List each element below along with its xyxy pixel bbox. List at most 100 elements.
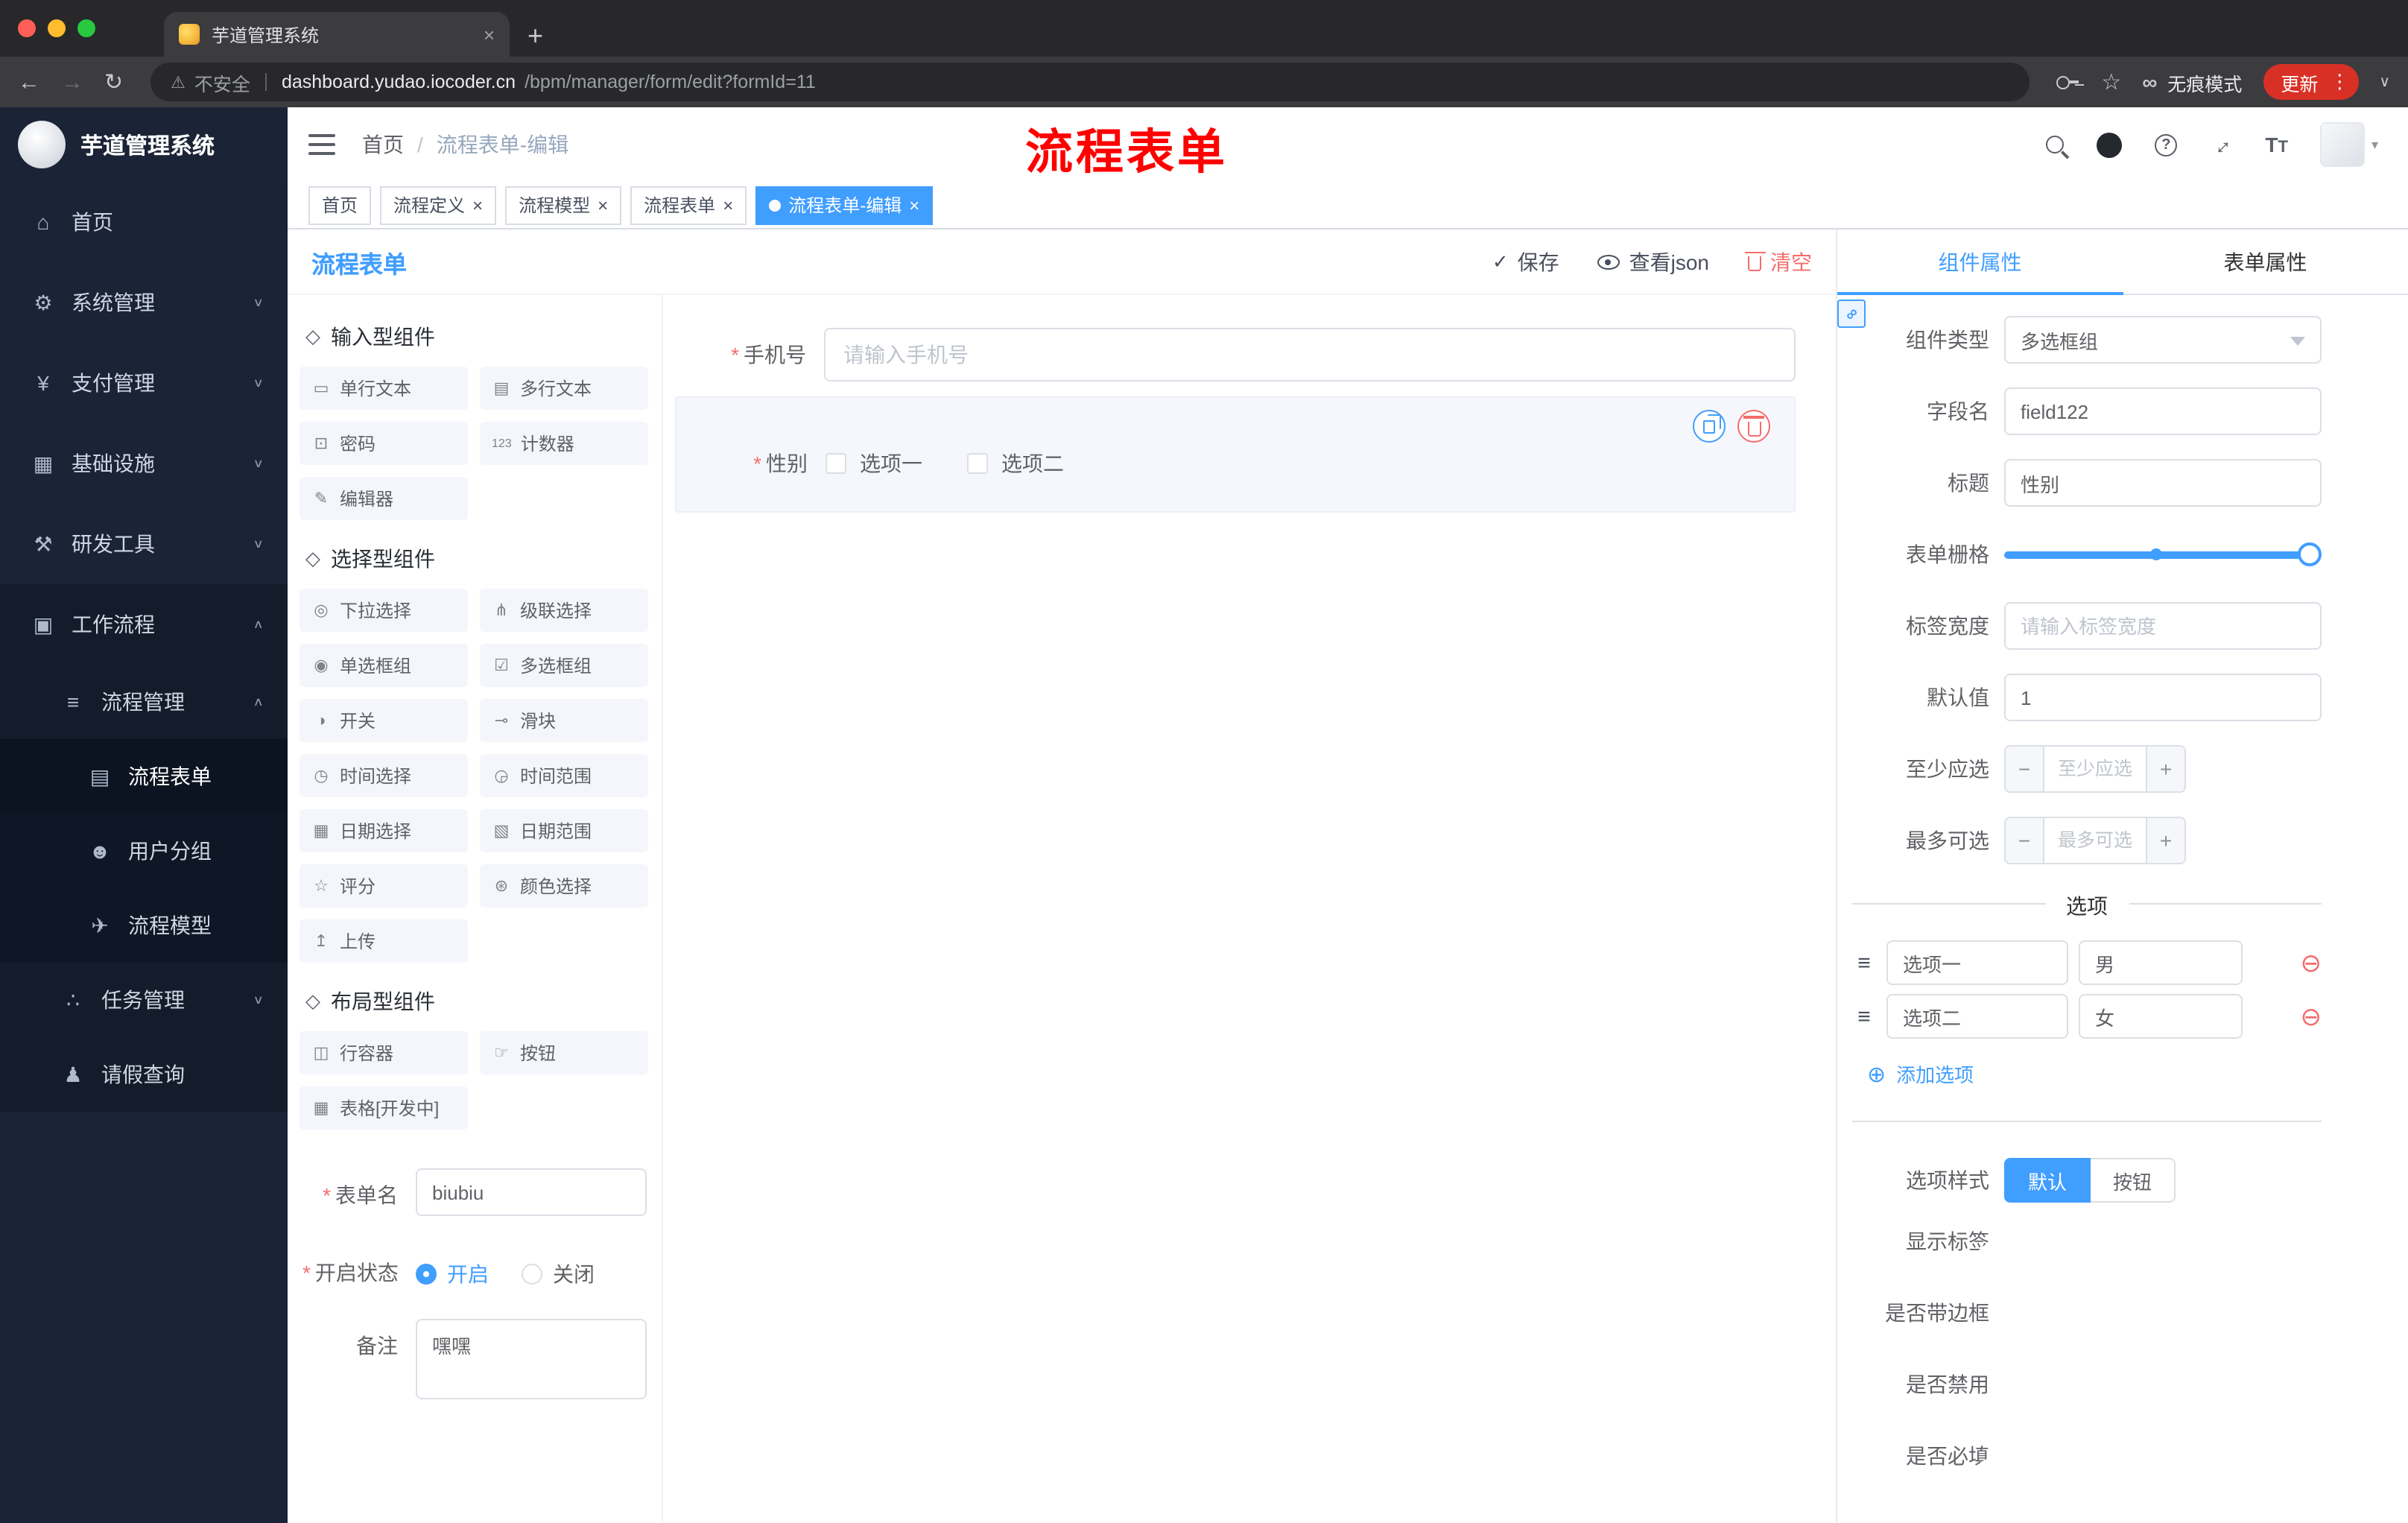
link-icon[interactable]: ∞ xyxy=(1837,300,1866,328)
breadcrumb-home[interactable]: 首页 xyxy=(362,130,404,159)
tab-close-icon[interactable]: × xyxy=(484,23,495,45)
sidebar-item-devtools[interactable]: ⚒ 研发工具 ∨ xyxy=(0,504,288,584)
palette-item-counter[interactable]: 123 计数器 xyxy=(480,422,648,465)
window-maximize-button[interactable] xyxy=(77,19,95,37)
decrease-button[interactable]: − xyxy=(2006,818,2044,863)
palette-item-password[interactable]: ⊡ 密码 xyxy=(300,422,468,465)
palette-item-date-range[interactable]: ▧ 日期范围 xyxy=(480,809,648,852)
form-name-input[interactable] xyxy=(416,1168,647,1216)
decrease-button[interactable]: − xyxy=(2006,747,2044,791)
phone-input[interactable] xyxy=(824,328,1796,381)
palette-item-upload[interactable]: ↥ 上传 xyxy=(300,919,468,963)
option-name-input[interactable] xyxy=(1886,940,2068,985)
chrome-menu-icon[interactable]: ⋮ xyxy=(2330,70,2349,94)
min-count-input[interactable] xyxy=(2044,747,2146,791)
palette-item-time-range[interactable]: ◶ 时间范围 xyxy=(480,754,648,797)
back-button[interactable]: ← xyxy=(18,71,40,93)
sidebar-item-system[interactable]: ⚙ 系统管理 ∨ xyxy=(0,262,288,343)
sidebar-toggle-icon[interactable] xyxy=(308,134,335,155)
tag-close-icon[interactable]: × xyxy=(909,196,919,214)
tag-process-form[interactable]: 流程表单 × xyxy=(630,186,747,224)
status-radio-on[interactable]: 开启 xyxy=(416,1259,489,1289)
component-type-select[interactable]: 多选框组 xyxy=(2004,316,2322,364)
tag-process-definition[interactable]: 流程定义 × xyxy=(380,186,497,224)
canvas-field-phone[interactable]: 手机号 xyxy=(675,328,1796,381)
palette-item-rate[interactable]: ☆ 评分 xyxy=(300,864,468,908)
palette-item-cascader[interactable]: ⋔ 级联选择 xyxy=(480,589,648,632)
palette-item-button[interactable]: ☞ 按钮 xyxy=(480,1031,648,1074)
window-close-button[interactable] xyxy=(18,19,36,37)
max-count-input[interactable] xyxy=(2044,818,2146,863)
drag-handle-icon[interactable]: ≡ xyxy=(1852,1004,1876,1029)
github-icon[interactable] xyxy=(2097,132,2123,157)
gender-checkbox-option2[interactable]: 选项二 xyxy=(967,449,1064,478)
gender-checkbox-option1[interactable]: 选项一 xyxy=(826,449,922,478)
palette-item-table[interactable]: ▦ 表格[开发中] xyxy=(300,1086,468,1130)
tag-process-model[interactable]: 流程模型 × xyxy=(505,186,622,224)
palette-item-radio-group[interactable]: ◉ 单选框组 xyxy=(300,644,468,687)
new-tab-button[interactable]: + xyxy=(527,22,543,49)
sidebar-item-leave-query[interactable]: ♟ 请假查询 xyxy=(0,1037,288,1112)
toolbar-chevron-icon[interactable]: ∨ xyxy=(2379,74,2390,90)
increase-button[interactable]: + xyxy=(2146,818,2184,863)
palette-item-slider[interactable]: ⊸ 滑块 xyxy=(480,699,648,742)
sidebar-item-infrastructure[interactable]: ▦ 基础设施 ∨ xyxy=(0,423,288,504)
palette-item-date-picker[interactable]: ▦ 日期选择 xyxy=(300,809,468,852)
password-key-icon[interactable] xyxy=(2056,72,2080,92)
bookmark-star-icon[interactable]: ☆ xyxy=(2101,71,2121,93)
slider-handle[interactable] xyxy=(2298,542,2322,566)
form-grid-slider[interactable] xyxy=(2004,531,2322,578)
title-input[interactable] xyxy=(2004,459,2322,507)
tab-form-props[interactable]: 表单属性 xyxy=(2123,229,2408,294)
palette-item-textarea[interactable]: ▤ 多行文本 xyxy=(480,367,648,410)
save-button[interactable]: ✓ 保存 xyxy=(1492,247,1559,276)
delete-component-button[interactable] xyxy=(1737,410,1770,443)
palette-item-time-picker[interactable]: ◷ 时间选择 xyxy=(300,754,468,797)
label-width-input[interactable] xyxy=(2004,602,2322,650)
status-radio-off[interactable]: 关闭 xyxy=(522,1259,595,1289)
tab-component-props[interactable]: 组件属性 xyxy=(1837,229,2123,295)
sidebar-item-home[interactable]: ⌂ 首页 xyxy=(0,182,288,262)
copy-component-button[interactable] xyxy=(1693,410,1726,443)
browser-tab[interactable]: 芋道管理系统 × xyxy=(164,12,510,57)
view-json-button[interactable]: 查看json xyxy=(1597,247,1709,276)
sidebar-item-workflow[interactable]: ▣ 工作流程 ∧ xyxy=(0,584,288,665)
sidebar-item-process-model[interactable]: ✈ 流程模型 xyxy=(0,888,288,963)
default-value-input[interactable] xyxy=(2004,674,2322,721)
form-remark-textarea[interactable]: 嘿嘿 xyxy=(416,1319,647,1399)
palette-item-color-picker[interactable]: ⊛ 颜色选择 xyxy=(480,864,648,908)
chrome-update-button[interactable]: 更新 ⋮ xyxy=(2263,64,2359,100)
option-value-input[interactable] xyxy=(2079,994,2243,1039)
remove-option-icon[interactable]: ⊖ xyxy=(2301,1004,2322,1029)
option-style-button[interactable]: 按钮 xyxy=(2091,1158,2176,1203)
reload-button[interactable]: ↻ xyxy=(104,71,123,93)
palette-item-text[interactable]: ▭ 单行文本 xyxy=(300,367,468,410)
search-icon[interactable] xyxy=(2046,136,2065,153)
option-style-default[interactable]: 默认 xyxy=(2004,1158,2091,1203)
palette-item-switch[interactable]: ◑ 开关 xyxy=(300,699,468,742)
sidebar-item-payment[interactable]: ¥ 支付管理 ∨ xyxy=(0,343,288,423)
sidebar-item-task-management[interactable]: ∴ 任务管理 ∨ xyxy=(0,963,288,1037)
add-option-button[interactable]: ⊕ 添加选项 xyxy=(1867,1060,2322,1088)
clear-button[interactable]: 清空 xyxy=(1744,247,1812,276)
increase-button[interactable]: + xyxy=(2146,747,2184,791)
app-logo-row[interactable]: 芋道管理系统 xyxy=(0,107,288,182)
canvas-field-gender-selected[interactable]: 性别 选项一 选项二 xyxy=(675,396,1796,513)
palette-item-row-container[interactable]: ◫ 行容器 xyxy=(300,1031,468,1074)
palette-item-checkbox-group[interactable]: ☑ 多选框组 xyxy=(480,644,648,687)
remove-option-icon[interactable]: ⊖ xyxy=(2301,950,2322,975)
option-value-input[interactable] xyxy=(2079,940,2243,985)
tag-close-icon[interactable]: × xyxy=(723,196,733,214)
field-name-input[interactable] xyxy=(2004,387,2322,435)
window-minimize-button[interactable] xyxy=(48,19,66,37)
sidebar-item-user-group[interactable]: ☻ 用户分组 xyxy=(0,814,288,888)
security-label[interactable]: 不安全 xyxy=(194,68,250,96)
sidebar-item-process-form[interactable]: ▤ 流程表单 xyxy=(0,739,288,814)
tag-close-icon[interactable]: × xyxy=(472,196,483,214)
fullscreen-icon[interactable]: ↔ xyxy=(2205,127,2238,161)
palette-item-select[interactable]: ◎ 下拉选择 xyxy=(300,589,468,632)
option-name-input[interactable] xyxy=(1886,994,2068,1039)
tag-home[interactable]: 首页 xyxy=(308,186,372,224)
address-bar[interactable]: ⚠ 不安全 dashboard.yudao.iocoder.cn /bpm/ma… xyxy=(150,63,2030,101)
forward-button[interactable]: → xyxy=(61,71,83,93)
